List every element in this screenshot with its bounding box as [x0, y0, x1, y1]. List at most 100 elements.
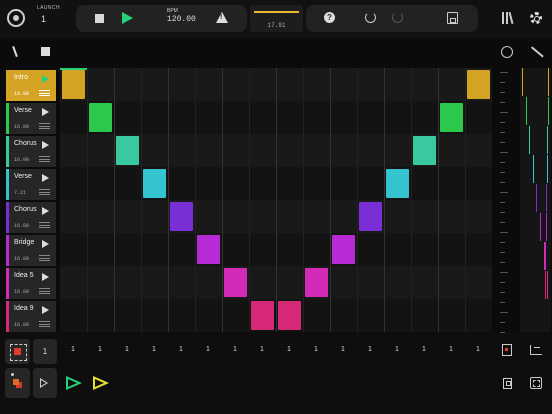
bar-length[interactable]: 1	[473, 346, 483, 353]
clip-block[interactable]	[332, 235, 355, 264]
scene-play-icon[interactable]	[42, 207, 49, 215]
pencil-tool-icon[interactable]	[12, 45, 18, 58]
warning-icon[interactable]	[216, 12, 228, 23]
clip-block[interactable]	[440, 103, 463, 132]
help-icon[interactable]: ?	[324, 12, 335, 23]
scene-play-icon[interactable]	[42, 240, 49, 248]
bar-length[interactable]: 1	[122, 346, 132, 353]
bar-length[interactable]: 1	[203, 346, 213, 353]
scene-length: 16.00	[14, 223, 30, 229]
track-overview-line	[522, 68, 523, 96]
output-yellow-icon[interactable]	[93, 376, 109, 390]
bar-length[interactable]: 1	[284, 346, 294, 353]
scene-name: Intro	[14, 74, 29, 81]
fullscreen-icon[interactable]	[530, 377, 542, 389]
record-arm-icon[interactable]	[502, 344, 512, 356]
track-overview-line	[545, 242, 546, 270]
scene-play-icon[interactable]	[42, 273, 49, 281]
ruler-tick	[500, 262, 505, 263]
clip-block[interactable]	[197, 235, 220, 264]
grid-column-line	[168, 68, 169, 332]
clip-block[interactable]	[224, 268, 247, 297]
scene-length: 16.00	[14, 91, 30, 97]
bar-length[interactable]: 1	[419, 346, 429, 353]
clip-block[interactable]	[143, 169, 166, 198]
clip-block[interactable]	[359, 202, 382, 231]
undo-icon[interactable]	[365, 12, 376, 23]
bpm-value[interactable]: 120.00	[167, 15, 196, 24]
grid-column-line	[87, 68, 88, 332]
record-mode-icon[interactable]	[7, 9, 25, 27]
scene-item[interactable]: Idea 5 16.00	[6, 268, 56, 299]
clip-block[interactable]	[89, 103, 112, 132]
scene-menu-icon[interactable]	[39, 255, 50, 261]
scene-item[interactable]: Chorus 16.00	[6, 202, 56, 233]
scene-play-icon[interactable]	[42, 108, 49, 116]
bar-length[interactable]: 1	[446, 346, 456, 353]
redo-icon[interactable]	[392, 12, 403, 23]
save-icon[interactable]	[447, 12, 458, 24]
clip-block[interactable]	[386, 169, 409, 198]
bar-length[interactable]: 1	[311, 346, 321, 353]
gear-icon[interactable]	[530, 12, 542, 24]
library-icon[interactable]	[502, 12, 513, 24]
scene-menu-icon[interactable]	[39, 222, 50, 228]
clip-block[interactable]	[305, 268, 328, 297]
scene-menu-icon[interactable]	[39, 321, 50, 327]
scroll-ruler[interactable]	[500, 68, 514, 333]
scene-play-icon[interactable]	[42, 141, 49, 149]
scene-item[interactable]: Chorus 16.00	[6, 136, 56, 167]
mixer-icon[interactable]	[503, 378, 512, 389]
arrangement-grid[interactable]	[60, 68, 492, 332]
scene-play-icon[interactable]	[42, 174, 49, 182]
graph-icon[interactable]	[530, 345, 542, 355]
scene-item[interactable]: Intro 16.00	[6, 70, 56, 101]
scene-menu-icon[interactable]	[39, 189, 50, 195]
clip-block[interactable]	[467, 70, 490, 99]
scene-menu-icon[interactable]	[39, 123, 50, 129]
resize-tool-icon[interactable]	[530, 46, 542, 58]
clip-block[interactable]	[413, 136, 436, 165]
scene-play-icon[interactable]	[42, 75, 49, 83]
scene-item[interactable]: Bridge 16.00	[6, 235, 56, 266]
bar-length[interactable]: 1	[230, 346, 240, 353]
ruler-tick	[500, 172, 505, 173]
bar-length[interactable]: 1	[338, 346, 348, 353]
clip-block[interactable]	[170, 202, 193, 231]
ruler-tick	[500, 162, 505, 163]
bar-length[interactable]: 1	[149, 346, 159, 353]
clip-block[interactable]	[251, 301, 274, 330]
loop-tool-icon[interactable]	[501, 46, 513, 58]
bar-length[interactable]: 1	[365, 346, 375, 353]
clip-block[interactable]	[278, 301, 301, 330]
bar-length[interactable]: 1	[68, 346, 78, 353]
bpm-label: BPM	[167, 8, 178, 14]
length-button[interactable]: 1	[33, 339, 57, 364]
bar-length[interactable]: 1	[176, 346, 186, 353]
ruler-tick	[500, 302, 505, 303]
clip-block[interactable]	[62, 70, 85, 99]
bar-length[interactable]: 1	[95, 346, 105, 353]
scene-item[interactable]: Verse 7.21	[6, 169, 56, 200]
clip-block[interactable]	[116, 136, 139, 165]
bar-length[interactable]: 1	[257, 346, 267, 353]
scene-menu-icon[interactable]	[39, 156, 50, 162]
bar-length[interactable]: 1	[392, 346, 402, 353]
ruler-tick	[500, 322, 505, 323]
scene-menu-icon[interactable]	[39, 288, 50, 294]
output-green-icon[interactable]	[66, 376, 82, 390]
record-button[interactable]	[5, 339, 30, 364]
launch-value[interactable]: 1	[41, 14, 46, 24]
play-button[interactable]	[122, 12, 133, 24]
track-overview[interactable]	[520, 68, 551, 332]
scene-menu-icon[interactable]	[39, 90, 50, 96]
stop-button[interactable]	[95, 14, 104, 23]
track-overview-line	[547, 126, 548, 154]
tracks-button[interactable]	[5, 368, 30, 398]
grid-column-line	[411, 68, 412, 332]
scene-item[interactable]: Verse 16.00	[6, 103, 56, 134]
select-tool-icon[interactable]	[41, 47, 50, 56]
ruler-tick	[500, 272, 508, 273]
scene-play-icon[interactable]	[42, 306, 49, 314]
scene-item[interactable]: Idea 9 16.00	[6, 301, 56, 332]
